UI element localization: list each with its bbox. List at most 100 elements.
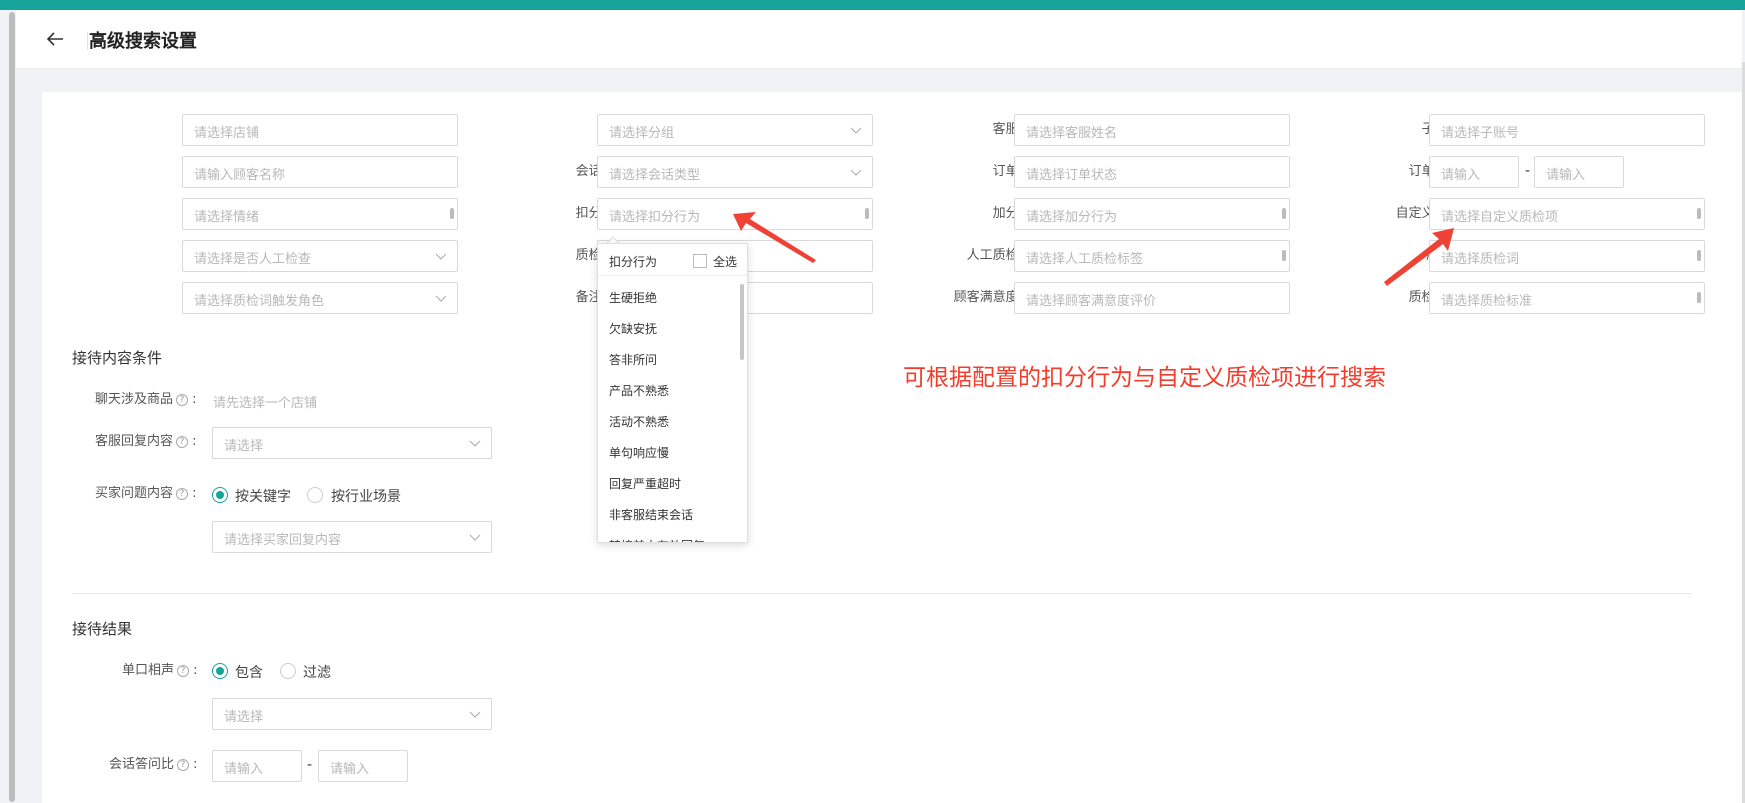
radio-include-label[interactable]: 包含 — [235, 662, 263, 682]
chat-goods-label-text: 聊天涉及商品 — [95, 392, 174, 407]
select-all-checkbox[interactable] — [693, 254, 707, 268]
deduction-behavior-dropdown: 扣分行为 全选 生硬拒绝欠缺安抚答非所问产品不熟悉活动不熟悉单句响应慢回复严重超… — [597, 243, 748, 543]
chat-goods-label: 聊天涉及商品? : — [95, 392, 197, 408]
chevron-down-icon — [435, 295, 447, 302]
placeholder: 请选择子账号 — [1441, 126, 1520, 141]
single-crosstalk-select[interactable]: 请选择 — [212, 698, 492, 730]
dropdown-scrollbar[interactable] — [740, 284, 744, 360]
placeholder: 请选择加分行为 — [1026, 210, 1118, 225]
header-divider — [87, 32, 88, 50]
single-crosstalk-label: 单口相声? : — [122, 663, 198, 679]
range-max-input[interactable]: 请输入 — [1534, 156, 1624, 188]
filter-input[interactable]: 请输入顾客名称 — [182, 156, 458, 188]
filter-select[interactable]: 请选择分组 — [597, 114, 873, 146]
help-icon[interactable]: ? — [176, 394, 189, 406]
scroll-indicator — [1697, 208, 1701, 219]
reply-content-label-text: 客服回复内容 — [95, 434, 174, 449]
range-min-input[interactable]: 请输入 — [1429, 156, 1519, 188]
filter-select[interactable]: 请选择是否人工检查 — [182, 240, 458, 272]
left-scrollbar[interactable] — [9, 12, 15, 802]
chevron-down-icon — [850, 169, 862, 176]
buyer-question-label-text: 买家问题内容 — [95, 486, 174, 501]
filter-select[interactable]: 请选择会话类型 — [597, 156, 873, 188]
chevron-down-icon — [469, 534, 481, 541]
dropdown-option[interactable]: 单句响应慢 — [609, 444, 669, 461]
help-icon[interactable]: ? — [177, 759, 190, 771]
page-title: 高级搜索设置 — [89, 31, 197, 52]
radio-filter[interactable] — [280, 663, 296, 679]
buyer-question-label: 买家问题内容? : — [95, 486, 197, 502]
radio-filter-label[interactable]: 过滤 — [303, 662, 331, 682]
help-icon[interactable]: ? — [177, 665, 190, 677]
dropdown-option[interactable]: 活动不熟悉 — [609, 413, 669, 430]
placeholder: 请输入 — [1546, 168, 1586, 183]
help-icon[interactable]: ? — [176, 488, 189, 500]
scroll-indicator — [1697, 250, 1701, 261]
radio-industry-scene[interactable] — [307, 487, 323, 503]
placeholder: 请选择会话类型 — [609, 168, 701, 183]
chevron-down-icon — [435, 253, 447, 260]
annotation-arrow-icon — [1384, 228, 1454, 286]
back-arrow-icon[interactable] — [44, 28, 66, 50]
dropdown-option[interactable]: 生硬拒绝 — [609, 289, 657, 306]
label-colon: : — [193, 757, 198, 772]
label-colon: : — [192, 486, 197, 501]
filter-multiselect[interactable]: 请选择自定义质检项 — [1429, 198, 1705, 230]
dropdown-option[interactable]: 回复严重超时 — [609, 475, 681, 492]
dropdown-header: 扣分行为 全选 — [598, 244, 747, 276]
radio-include[interactable] — [212, 663, 228, 679]
help-icon[interactable]: ? — [176, 436, 189, 448]
dropdown-title: 扣分行为 — [609, 255, 658, 269]
filter-multiselect[interactable]: 请选择加分行为 — [1014, 198, 1290, 230]
filter-input[interactable]: 请选择顾客满意度评价 — [1014, 282, 1290, 314]
dropdown-option[interactable]: 产品不熟悉 — [609, 382, 669, 399]
placeholder: 请选择质检标准 — [1441, 294, 1533, 309]
placeholder: 请选择情绪 — [194, 210, 260, 225]
annotation-text: 可根据配置的扣分行为与自定义质检项进行搜索 — [903, 365, 1386, 391]
dropdown-option[interactable]: 答非所问 — [609, 351, 657, 368]
filter-multiselect[interactable]: 请选择情绪 — [182, 198, 458, 230]
chevron-down-icon — [469, 440, 481, 447]
top-accent-bar — [0, 0, 1745, 10]
placeholder: 请输入 — [1441, 168, 1481, 183]
filter-input[interactable]: 请选择订单状态 — [1014, 156, 1290, 188]
filter-input[interactable]: 请选择子账号 — [1429, 114, 1705, 146]
placeholder: 请选择人工质检标签 — [1026, 252, 1144, 267]
radio-keyword-label[interactable]: 按关键字 — [235, 486, 291, 506]
ratio-min-input[interactable]: 请输入 — [212, 750, 302, 782]
dialog-ratio-label-text: 会话答问比 — [109, 757, 175, 772]
chat-goods-hint: 请先选择一个店铺 — [213, 396, 318, 411]
scroll-indicator — [450, 208, 454, 219]
placeholder: 请选择质检词触发角色 — [194, 294, 325, 309]
filter-multiselect[interactable]: 请选择人工质检标签 — [1014, 240, 1290, 272]
placeholder: 请选择 — [224, 710, 264, 725]
dropdown-option[interactable]: 欠缺安抚 — [609, 320, 657, 337]
dropdown-option[interactable]: 非客服结束会话 — [609, 506, 693, 523]
reply-content-select[interactable]: 请选择 — [212, 427, 492, 459]
annotation-arrow-icon — [733, 212, 816, 263]
placeholder: 请选择顾客满意度评价 — [1026, 294, 1157, 309]
filter-multiselect[interactable]: 请选择质检标准 — [1429, 282, 1705, 314]
placeholder: 请选择订单状态 — [1026, 168, 1118, 183]
placeholder: 请选择买家回复内容 — [224, 533, 342, 548]
filter-input[interactable]: 请选择店铺 — [182, 114, 458, 146]
radio-keyword[interactable] — [212, 487, 228, 503]
reply-content-label: 客服回复内容? : — [95, 434, 197, 450]
ratio-max-input[interactable]: 请输入 — [318, 750, 408, 782]
buyer-question-select[interactable]: 请选择买家回复内容 — [212, 521, 492, 553]
dropdown-option[interactable]: 转接前未有效回复 — [609, 537, 705, 542]
filter-select[interactable]: 请选择质检词触发角色 — [182, 282, 458, 314]
radio-industry-scene-label[interactable]: 按行业场景 — [331, 486, 401, 506]
label-colon: : — [192, 434, 197, 449]
placeholder: 请选择是否人工检查 — [194, 252, 312, 267]
single-crosstalk-label-text: 单口相声 — [122, 663, 175, 678]
section-divider — [72, 593, 1692, 594]
result-section-title: 接待结果 — [72, 620, 133, 638]
range-separator: - — [307, 757, 313, 773]
scroll-indicator — [1697, 292, 1701, 303]
filter-input[interactable]: 请选择客服姓名 — [1014, 114, 1290, 146]
filter-multiselect[interactable]: 请选择质检词 — [1429, 240, 1705, 272]
dialog-ratio-label: 会话答问比? : — [109, 757, 198, 773]
placeholder: 请输入 — [330, 762, 370, 777]
range-separator: - — [1525, 163, 1531, 179]
